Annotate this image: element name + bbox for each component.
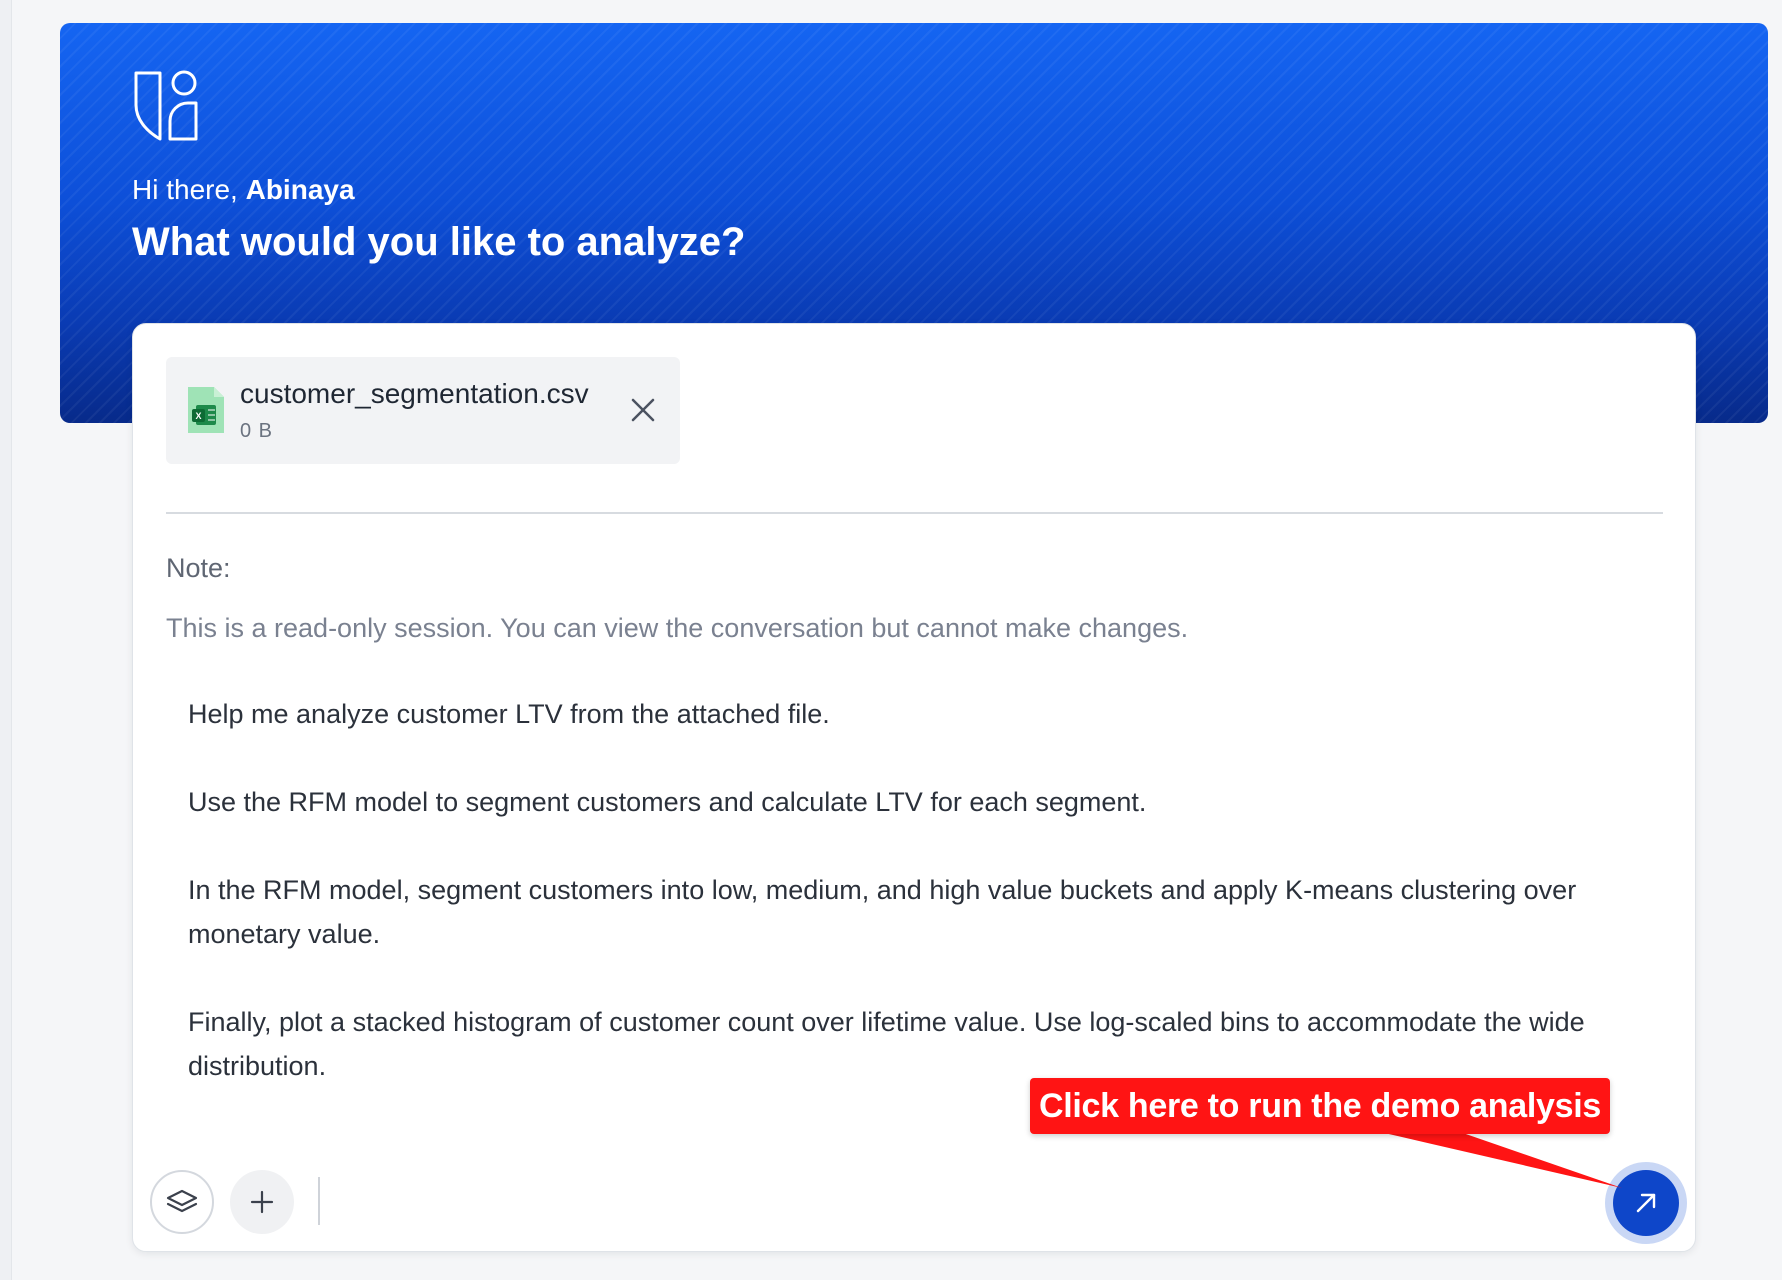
note-title: Note:: [166, 553, 231, 583]
left-edge-strip: [0, 0, 12, 1280]
file-attachment-chip: X customer_segmentation.csv 0 B: [166, 357, 680, 464]
prompt-paragraph: Help me analyze customer LTV from the at…: [188, 699, 830, 729]
excel-file-icon: X: [188, 387, 224, 433]
divider: [166, 512, 1663, 514]
app-logo-icon: [134, 70, 198, 141]
greeting-text: Hi there, Abinaya: [132, 173, 355, 207]
close-icon[interactable]: [628, 395, 658, 425]
arrow-up-right-icon: [1636, 1193, 1656, 1213]
plus-icon: [250, 1190, 274, 1214]
layers-icon: [166, 1189, 198, 1213]
page-title: What would you like to analyze?: [132, 220, 746, 264]
demo-callout: Click here to run the demo analysis: [1030, 1078, 1610, 1134]
file-name: customer_segmentation.csv: [240, 378, 589, 409]
prompt-paragraph: In the RFM model, segment customers into…: [188, 875, 1577, 949]
prompt-paragraph: Use the RFM model to segment customers a…: [188, 787, 1147, 817]
layers-button[interactable]: [150, 1170, 214, 1234]
add-button[interactable]: [230, 1170, 294, 1234]
prompt-text: Help me analyze customer LTV from the at…: [188, 692, 1648, 1088]
greeting-prefix: Hi there,: [132, 174, 246, 205]
read-only-note: This is a read-only session. You can vie…: [166, 613, 1189, 643]
prompt-paragraph: Finally, plot a stacked histogram of cus…: [188, 1007, 1585, 1081]
user-name: Abinaya: [245, 174, 355, 205]
send-button[interactable]: [1613, 1170, 1679, 1236]
svg-text:X: X: [195, 411, 201, 421]
file-size: 0 B: [240, 420, 274, 442]
toolbar-separator: [318, 1177, 320, 1225]
